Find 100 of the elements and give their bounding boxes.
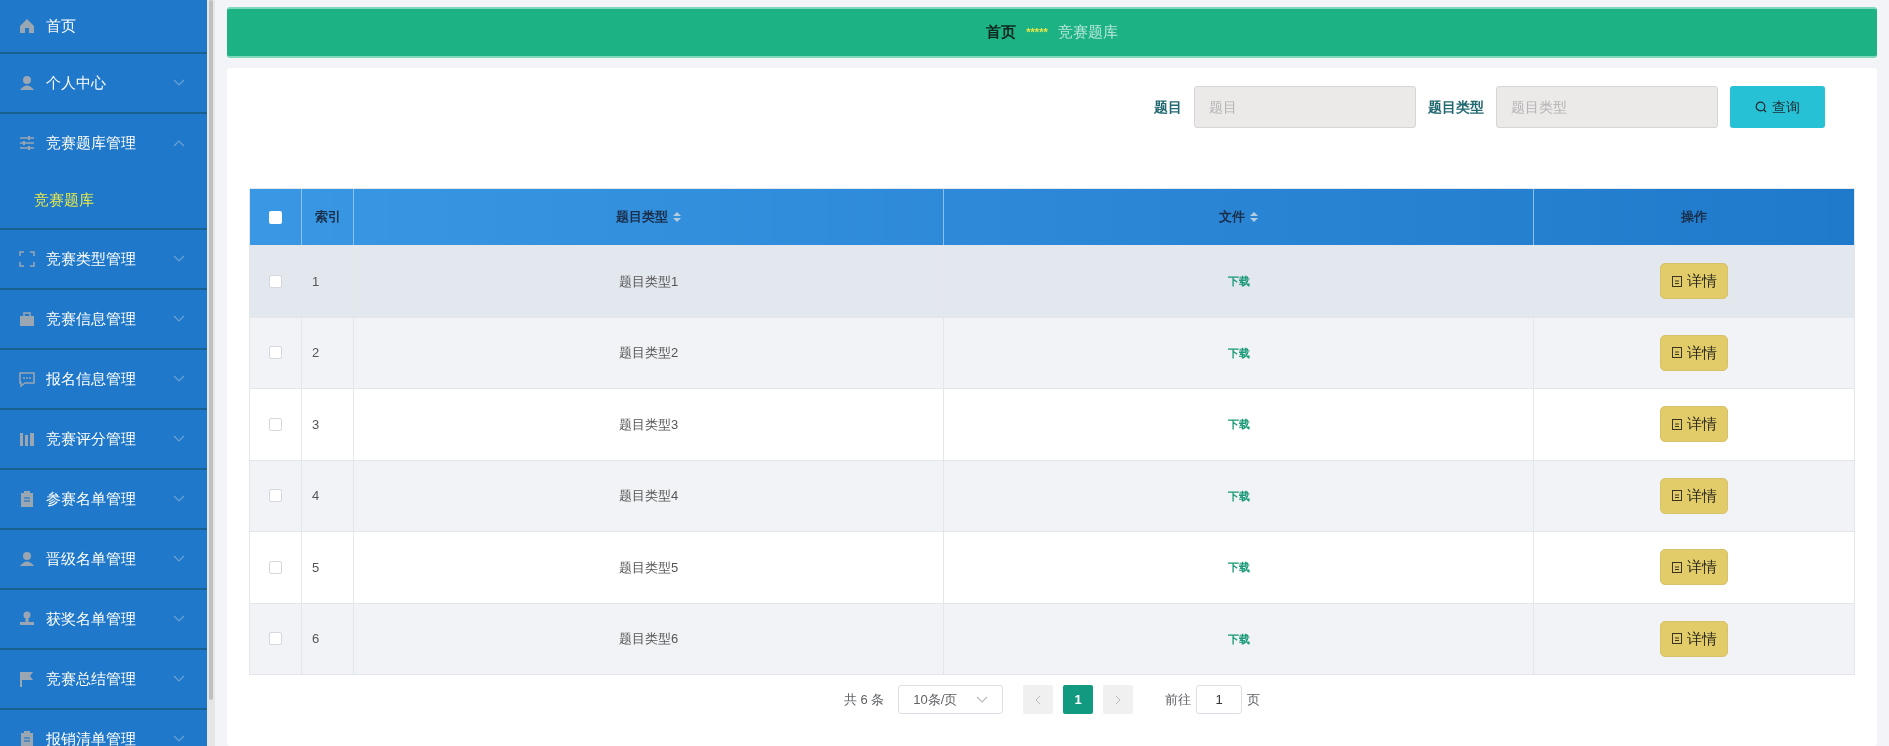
- sliders-icon: [18, 134, 36, 152]
- row-checkbox[interactable]: [269, 346, 282, 360]
- sidebar-item-label: 首页: [46, 15, 77, 36]
- user-icon: [18, 74, 36, 92]
- chevron-down-icon: [173, 555, 185, 563]
- table-cell-text: 5: [312, 558, 320, 577]
- sidebar-item[interactable]: 参赛名单管理: [0, 470, 207, 528]
- chevron-down-icon: [173, 435, 185, 443]
- sidebar-item-label: 竞赛类型管理: [46, 248, 137, 269]
- row-checkbox[interactable]: [269, 417, 282, 431]
- details-button[interactable]: 详情: [1660, 620, 1728, 657]
- column-header[interactable]: 文件: [1219, 207, 1245, 227]
- table-row[interactable]: 6 题目类型6 下载 详情: [250, 602, 1854, 674]
- clipboard-icon: [18, 490, 36, 508]
- page-suffix: 页: [1247, 690, 1261, 709]
- column-header[interactable]: 题目类型: [616, 207, 668, 227]
- page-button[interactable]: 1: [1063, 685, 1094, 714]
- submenu-item[interactable]: 竞赛题库: [34, 188, 94, 212]
- sidebar-item[interactable]: 首页: [0, 0, 207, 52]
- previous-page-button[interactable]: [1023, 685, 1054, 714]
- chevron-down-icon: [173, 79, 185, 87]
- document-icon: [1671, 490, 1682, 502]
- chevron-down-icon: [173, 495, 185, 503]
- goto-page-field[interactable]: 1: [1196, 685, 1243, 714]
- sidebar-item-label: 报销清单管理: [46, 728, 137, 746]
- table-row[interactable]: 1 题目类型1 下载 详情: [250, 245, 1854, 317]
- table-cell-text: 2: [312, 344, 320, 362]
- chevron-down-icon: [173, 675, 185, 683]
- table-row[interactable]: 5 题目类型5 下载 详情: [250, 531, 1854, 603]
- stamp-icon: [18, 610, 36, 628]
- chat-icon: [18, 370, 36, 388]
- sidebar-item[interactable]: 竞赛总结管理: [0, 650, 207, 708]
- sidebar-item[interactable]: 晋级名单管理: [0, 530, 207, 588]
- sidebar-item-label: 参赛名单管理: [46, 488, 137, 509]
- details-button[interactable]: 详情: [1660, 477, 1728, 514]
- chevron-up-icon: [173, 139, 185, 147]
- details-button[interactable]: 详情: [1660, 263, 1728, 300]
- sidebar-item[interactable]: 报名信息管理: [0, 350, 207, 408]
- table-cell-text: 3: [312, 415, 320, 434]
- select-all-checkbox[interactable]: [269, 210, 282, 224]
- chevron-down-icon: [173, 255, 185, 263]
- row-checkbox[interactable]: [269, 489, 282, 503]
- table-cell-text: 1: [312, 272, 320, 291]
- table-cell-text: 题目类型6: [618, 630, 679, 648]
- chevron-down-icon: [173, 315, 185, 323]
- table-cell-text: 题目类型5: [618, 558, 679, 577]
- sort-icon[interactable]: [1250, 212, 1258, 222]
- sidebar-item-label: 个人中心: [46, 72, 107, 93]
- details-button[interactable]: 详情: [1660, 549, 1728, 586]
- table-cell-text: 4: [312, 487, 320, 505]
- sidebar-item-label: 竞赛评分管理: [46, 428, 137, 449]
- document-icon: [1671, 347, 1682, 359]
- sidebar-item-label: 获奖名单管理: [46, 608, 137, 629]
- details-button[interactable]: 详情: [1660, 406, 1728, 443]
- sidebar-item[interactable]: 竞赛类型管理: [0, 230, 207, 288]
- next-page-button[interactable]: [1103, 685, 1134, 714]
- download-link[interactable]: 下载: [1227, 273, 1250, 290]
- download-link[interactable]: 下载: [1227, 416, 1250, 433]
- chevron-right-icon: [1115, 694, 1122, 705]
- sidebar-item-label: 竞赛题库管理: [46, 132, 137, 153]
- bars-icon: [18, 430, 36, 448]
- table-row[interactable]: 4 题目类型4 下载 详情: [250, 459, 1854, 531]
- briefcase-icon: [18, 310, 36, 328]
- search-button[interactable]: 查询: [1730, 86, 1825, 128]
- table-cell-text: 题目类型2: [618, 344, 679, 362]
- table-cell-text: 题目类型1: [618, 272, 679, 291]
- download-link[interactable]: 下载: [1227, 487, 1250, 504]
- details-button[interactable]: 详情: [1660, 334, 1728, 371]
- table-row[interactable]: 2 题目类型2 下载 详情: [250, 316, 1854, 388]
- sidebar-item-label: 晋级名单管理: [46, 548, 137, 569]
- sidebar-item[interactable]: 个人中心: [0, 54, 207, 112]
- scrollbar[interactable]: [209, 0, 213, 700]
- row-checkbox[interactable]: [269, 560, 282, 574]
- document-icon: [1671, 275, 1682, 287]
- sidebar-item[interactable]: 竞赛题库管理: [0, 114, 207, 172]
- sort-icon[interactable]: [673, 212, 681, 222]
- sidebar-item[interactable]: 获奖名单管理: [0, 590, 207, 648]
- chevron-down-icon: [173, 735, 185, 743]
- chevron-left-icon: [1035, 694, 1042, 705]
- chevron-down-icon: [976, 695, 989, 704]
- breadcrumb-separator: *****: [1026, 25, 1048, 41]
- sidebar-item-label: 报名信息管理: [46, 368, 137, 389]
- total-count: 共 6 条: [843, 690, 885, 709]
- row-checkbox[interactable]: [269, 632, 282, 646]
- download-link[interactable]: 下载: [1227, 344, 1250, 361]
- sidebar-item-label: 竞赛信息管理: [46, 308, 137, 329]
- user-icon: [18, 550, 36, 568]
- sidebar-item[interactable]: 报销清单管理: [0, 710, 207, 746]
- search-icon: [1755, 101, 1767, 113]
- download-link[interactable]: 下载: [1227, 559, 1250, 576]
- table-cell-text: 题目类型3: [618, 415, 679, 434]
- home-icon: [18, 17, 36, 35]
- sidebar-item[interactable]: 竞赛信息管理: [0, 290, 207, 348]
- row-checkbox[interactable]: [269, 274, 282, 288]
- chevron-down-icon: [173, 615, 185, 623]
- page-size-dropdown[interactable]: 10条/页: [898, 685, 1004, 714]
- breadcrumb-item[interactable]: 首页: [986, 21, 1017, 44]
- download-link[interactable]: 下载: [1227, 630, 1250, 647]
- table-row[interactable]: 3 题目类型3 下载 详情: [250, 388, 1854, 460]
- sidebar-item[interactable]: 竞赛评分管理: [0, 410, 207, 468]
